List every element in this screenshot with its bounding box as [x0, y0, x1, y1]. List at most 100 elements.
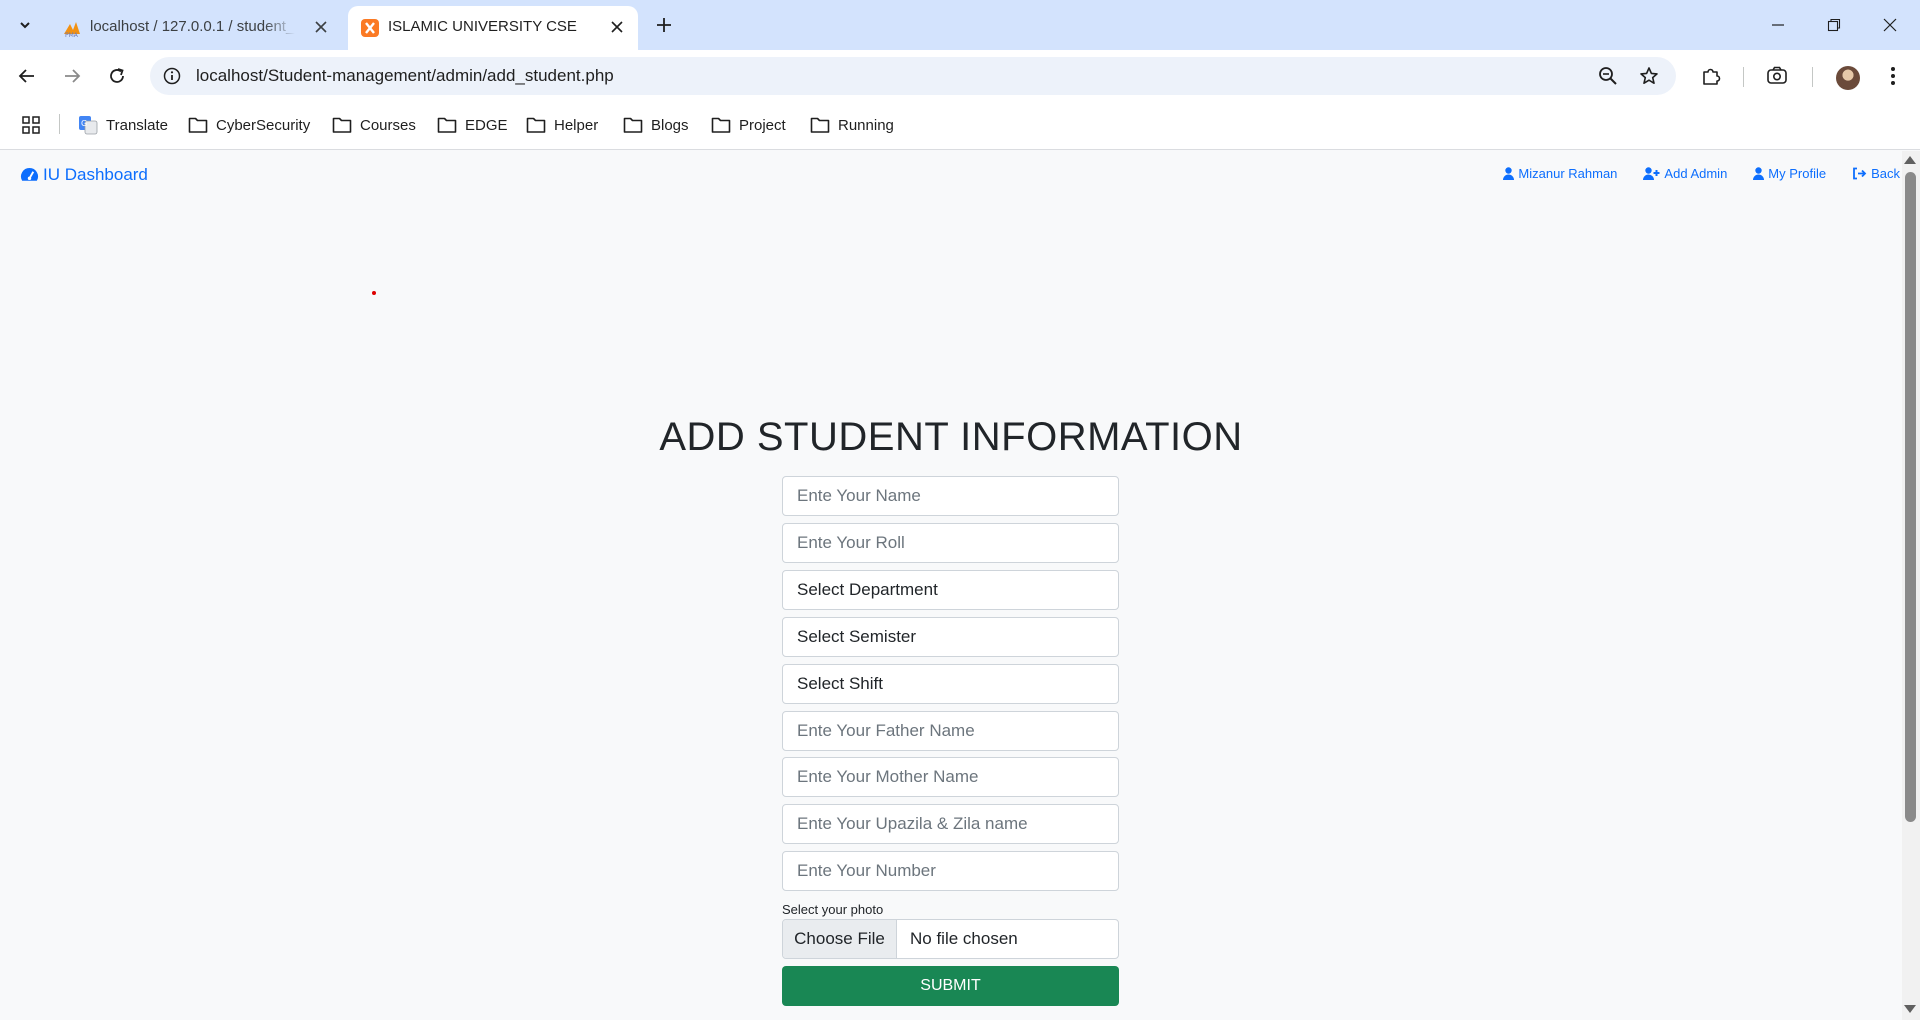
folder-icon: [526, 117, 546, 133]
nav-label: Back: [1871, 166, 1900, 181]
bookmark-edge[interactable]: EDGE: [437, 114, 508, 136]
address-input[interactable]: [782, 804, 1119, 844]
profile-avatar[interactable]: [1836, 66, 1860, 90]
plus-icon: [657, 18, 671, 32]
cursor-dot: [372, 291, 376, 295]
bookmark-project[interactable]: Project: [711, 114, 786, 136]
tab-islamic-university[interactable]: ISLAMIC UNIVERSITY CSE: [348, 6, 638, 50]
father-name-input[interactable]: [782, 711, 1119, 751]
user-plus-icon: [1643, 167, 1660, 180]
top-navigation: Mizanur Rahman Add Admin My Profile Back: [1503, 166, 1902, 181]
apps-button[interactable]: [21, 114, 49, 136]
site-info-icon[interactable]: [160, 64, 184, 88]
chevron-down-icon: [20, 22, 30, 29]
shift-select[interactable]: Select Shift: [782, 664, 1119, 704]
page-content: IU Dashboard Mizanur Rahman Add Admin My…: [0, 151, 1902, 1020]
bookmark-label: Courses: [360, 116, 416, 134]
nav-label: Mizanur Rahman: [1518, 166, 1618, 181]
department-select[interactable]: Select Department: [782, 570, 1119, 610]
bookmark-label: CyberSecurity: [216, 116, 311, 134]
scroll-up-arrow-icon[interactable]: [1904, 156, 1916, 164]
forward-button[interactable]: [56, 60, 88, 92]
tab-search-button[interactable]: [10, 10, 40, 40]
folder-icon: [332, 117, 352, 133]
arrow-left-icon: [18, 69, 34, 83]
extensions-icon[interactable]: [1698, 63, 1724, 89]
tab-close-icon[interactable]: [310, 16, 332, 38]
bookmark-label: EDGE: [465, 116, 508, 134]
semester-select[interactable]: Select Semister: [782, 617, 1119, 657]
phpmyadmin-favicon-icon: PMA: [64, 22, 80, 38]
close-window-button[interactable]: [1862, 0, 1918, 50]
nav-add-admin[interactable]: Add Admin: [1643, 166, 1727, 181]
bookmarks-bar: G Translate CyberSecurity Courses EDGE H…: [0, 100, 1920, 150]
toolbar-divider: [1812, 67, 1813, 87]
svg-text:G: G: [81, 119, 87, 128]
nav-back[interactable]: Back: [1852, 166, 1900, 181]
menu-kebab-icon[interactable]: [1880, 63, 1906, 89]
folder-icon: [711, 117, 731, 133]
new-tab-button[interactable]: [650, 11, 678, 39]
semester-select-value: Select Semister: [797, 627, 917, 646]
tab-title: localhost / 127.0.0.1 / student_manageme…: [90, 18, 295, 35]
folder-icon: [188, 117, 208, 133]
browser-tabstrip: PMA localhost / 127.0.0.1 / student_mana…: [0, 0, 1920, 50]
apps-grid-icon: [22, 116, 40, 134]
minimize-button[interactable]: [1750, 0, 1806, 50]
name-input[interactable]: [782, 476, 1119, 516]
scrollbar-thumb[interactable]: [1905, 172, 1916, 822]
bookmark-cybersecurity[interactable]: CyberSecurity: [188, 114, 310, 136]
bookmark-blogs[interactable]: Blogs: [623, 114, 689, 136]
navbar-brand[interactable]: IU Dashboard: [20, 165, 148, 185]
svg-text:PMA: PMA: [65, 32, 79, 38]
folder-icon: [623, 117, 643, 133]
phone-number-input[interactable]: [782, 851, 1119, 891]
folder-icon: [437, 117, 457, 133]
scroll-down-arrow-icon[interactable]: [1904, 1005, 1916, 1013]
tab-title: ISLAMIC UNIVERSITY CSE: [388, 18, 577, 35]
nav-user-mizanur[interactable]: Mizanur Rahman: [1503, 166, 1617, 181]
restore-button[interactable]: [1806, 0, 1862, 50]
reload-button[interactable]: [101, 60, 133, 92]
roll-input[interactable]: [782, 523, 1119, 563]
xampp-favicon-icon: [361, 19, 379, 37]
bookmark-label: Blogs: [651, 116, 689, 134]
photo-label: Select your photo: [782, 902, 884, 917]
bookmark-courses[interactable]: Courses: [332, 114, 416, 136]
file-status-text: No file chosen: [910, 929, 1018, 948]
shift-select-value: Select Shift: [797, 674, 883, 693]
close-icon: [1883, 18, 1897, 32]
bookmark-label: Helper: [554, 116, 599, 134]
dashboard-gauge-icon: [20, 167, 39, 181]
bookmark-star-icon[interactable]: [1637, 64, 1661, 88]
zoom-icon[interactable]: [1596, 64, 1620, 88]
bookmarks-divider: [59, 114, 60, 134]
restore-icon: [1827, 18, 1841, 32]
bookmark-label: Project: [739, 116, 786, 134]
user-icon: [1503, 167, 1515, 180]
reload-icon: [110, 68, 124, 83]
screenshot-lens-icon[interactable]: [1764, 63, 1790, 89]
toolbar-divider: [1743, 67, 1744, 87]
back-button[interactable]: [11, 60, 43, 92]
bookmark-label: Running: [838, 116, 894, 134]
form-title: ADD STUDENT INFORMATION: [659, 415, 1243, 459]
photo-file-input[interactable]: Choose File No file chosen: [782, 919, 1119, 959]
google-translate-icon: G: [79, 116, 98, 135]
brand-text: IU Dashboard: [43, 165, 148, 184]
bookmark-helper[interactable]: Helper: [526, 114, 598, 136]
submit-button[interactable]: SUBMIT: [782, 966, 1119, 1006]
nav-label: My Profile: [1768, 166, 1827, 181]
arrow-right-icon: [65, 69, 81, 83]
tab-close-icon[interactable]: [606, 16, 628, 38]
user-icon: [1753, 167, 1765, 180]
tab-phpmyadmin[interactable]: PMA localhost / 127.0.0.1 / student_mana…: [50, 6, 342, 50]
choose-file-button[interactable]: Choose File: [783, 920, 897, 958]
bookmark-translate[interactable]: G Translate: [78, 114, 168, 136]
address-bar[interactable]: localhost/Student-management/admin/add_s…: [150, 57, 1676, 95]
url-text[interactable]: localhost/Student-management/admin/add_s…: [196, 66, 614, 86]
nav-my-profile[interactable]: My Profile: [1753, 166, 1826, 181]
bookmark-running[interactable]: Running: [810, 114, 894, 136]
sign-out-icon: [1853, 167, 1867, 180]
mother-name-input[interactable]: [782, 757, 1119, 797]
